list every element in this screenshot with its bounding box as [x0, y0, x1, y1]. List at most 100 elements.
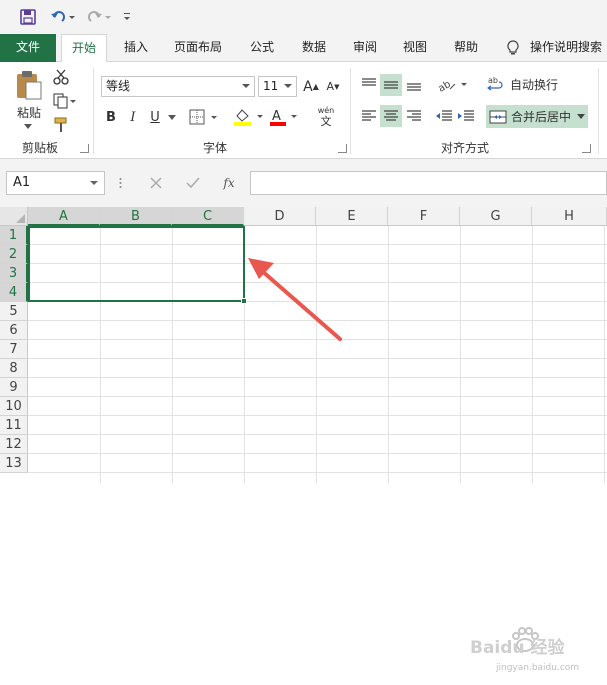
phonetic-guide-icon[interactable]: wén 文	[308, 105, 344, 129]
font-name-combo[interactable]: 等线	[101, 76, 255, 97]
align-middle-icon[interactable]	[380, 74, 402, 96]
watermark-url: jingyan.baidu.com	[496, 663, 580, 673]
column-header-d[interactable]: D	[244, 207, 316, 226]
insert-function-button[interactable]: fx	[218, 173, 240, 193]
gridline	[28, 472, 607, 473]
alignment-launcher-icon[interactable]	[582, 144, 591, 153]
merge-center-button[interactable]: 合并后居中	[486, 105, 588, 128]
bold-button[interactable]: B	[102, 107, 120, 127]
underline-dropdown-icon[interactable]	[166, 107, 178, 127]
cut-icon[interactable]	[52, 68, 70, 86]
tab-data[interactable]: 数据	[292, 34, 336, 62]
paste-button[interactable]: 粘贴	[10, 104, 48, 120]
baidu-watermark: Baidu 经验 jingyan.baidu.com	[470, 625, 600, 685]
more-options-icon	[117, 175, 123, 191]
align-center-icon[interactable]	[380, 105, 402, 127]
wrap-text-button[interactable]: 自动换行	[507, 74, 561, 94]
chevron-down-icon	[284, 84, 292, 88]
gridline	[28, 396, 607, 397]
row-header-12[interactable]: 12	[0, 435, 28, 454]
row-header-7[interactable]: 7	[0, 340, 28, 359]
align-right-icon[interactable]	[404, 106, 424, 126]
decrease-font-button[interactable]: A ▼	[324, 76, 342, 97]
wrap-text-icon[interactable]: ab	[486, 74, 506, 94]
underline-button[interactable]: U	[146, 107, 164, 127]
select-all-button[interactable]	[0, 207, 28, 226]
clipboard-launcher-icon[interactable]	[80, 144, 89, 153]
font-size-combo[interactable]: 11	[258, 76, 297, 97]
gridline	[28, 434, 607, 435]
column-header-f[interactable]: F	[388, 207, 460, 226]
row-header-5[interactable]: 5	[0, 302, 28, 321]
tab-view[interactable]: 视图	[393, 34, 437, 62]
formula-input[interactable]	[250, 171, 607, 195]
row-header-9[interactable]: 9	[0, 378, 28, 397]
copy-icon[interactable]	[52, 92, 78, 110]
decrease-indent-icon[interactable]	[434, 106, 454, 126]
group-separator	[598, 68, 599, 154]
cancel-icon[interactable]	[146, 173, 166, 193]
tab-home[interactable]: 开始	[61, 34, 107, 63]
phonetic-text: wén	[317, 105, 335, 115]
column-header-a[interactable]: A	[28, 207, 100, 226]
worksheet-grid[interactable]: A B C D E F G H 1 2 3 4 5 6 7 8 9 10 11 …	[0, 207, 607, 673]
column-header-e[interactable]: E	[316, 207, 388, 226]
align-bottom-icon[interactable]	[404, 74, 424, 94]
font-launcher-icon[interactable]	[338, 144, 347, 153]
redo-icon[interactable]	[84, 6, 114, 28]
svg-text:A: A	[272, 109, 281, 124]
merge-center-icon	[489, 110, 507, 123]
name-box[interactable]: A1	[6, 171, 105, 195]
chevron-down-icon	[90, 181, 98, 185]
customize-qat-icon[interactable]	[120, 6, 134, 28]
tab-formulas[interactable]: 公式	[240, 34, 284, 62]
phonetic-char: 文	[320, 114, 332, 128]
tab-insert[interactable]: 插入	[115, 34, 157, 62]
name-box-value: A1	[13, 175, 31, 190]
font-name-value: 等线	[106, 79, 131, 93]
borders-icon[interactable]	[188, 107, 220, 127]
tab-page-layout[interactable]: 页面布局	[166, 34, 230, 62]
group-separator	[350, 68, 351, 154]
enter-icon[interactable]	[183, 173, 203, 193]
align-top-icon[interactable]	[359, 74, 379, 94]
undo-icon[interactable]	[48, 6, 78, 28]
row-header-11[interactable]: 11	[0, 416, 28, 435]
font-size-value: 11	[263, 79, 279, 93]
row-header-3[interactable]: 3	[0, 264, 28, 283]
font-color-icon[interactable]: A	[268, 106, 300, 128]
column-header-h[interactable]: H	[532, 207, 607, 226]
column-header-g[interactable]: G	[460, 207, 532, 226]
tab-help[interactable]: 帮助	[444, 34, 488, 62]
increase-font-button[interactable]: A ▲	[302, 76, 320, 97]
column-header-b[interactable]: B	[100, 207, 172, 226]
gridline	[28, 453, 607, 454]
orientation-icon[interactable]: ab	[436, 74, 470, 94]
row-header-2[interactable]: 2	[0, 245, 28, 264]
format-painter-icon[interactable]	[52, 116, 70, 134]
increase-indent-icon[interactable]	[456, 106, 476, 126]
row-header-1[interactable]: 1	[0, 226, 28, 245]
formula-bar: A1 fx	[0, 159, 607, 207]
row-header-13[interactable]: 13	[0, 454, 28, 473]
italic-button[interactable]: I	[124, 107, 142, 127]
tab-file[interactable]: 文件	[0, 34, 56, 62]
gridline	[604, 226, 605, 484]
row-header-8[interactable]: 8	[0, 359, 28, 378]
row-header-4[interactable]: 4	[0, 283, 28, 302]
group-separator	[93, 68, 94, 154]
row-header-10[interactable]: 10	[0, 397, 28, 416]
column-header-c[interactable]: C	[172, 207, 244, 226]
save-icon[interactable]	[16, 6, 40, 28]
row-header-6[interactable]: 6	[0, 321, 28, 340]
gridline	[28, 358, 607, 359]
paste-dropdown-icon[interactable]	[23, 122, 33, 130]
paste-icon[interactable]	[14, 70, 44, 100]
align-left-icon[interactable]	[359, 106, 379, 126]
selected-range-a1-c4[interactable]	[28, 226, 245, 302]
lightbulb-icon[interactable]	[505, 40, 521, 56]
tell-me-search[interactable]: 操作说明搜索	[530, 34, 607, 62]
tab-review[interactable]: 审阅	[343, 34, 387, 62]
fill-color-icon[interactable]	[232, 106, 266, 128]
increase-font-label: A	[303, 78, 313, 95]
